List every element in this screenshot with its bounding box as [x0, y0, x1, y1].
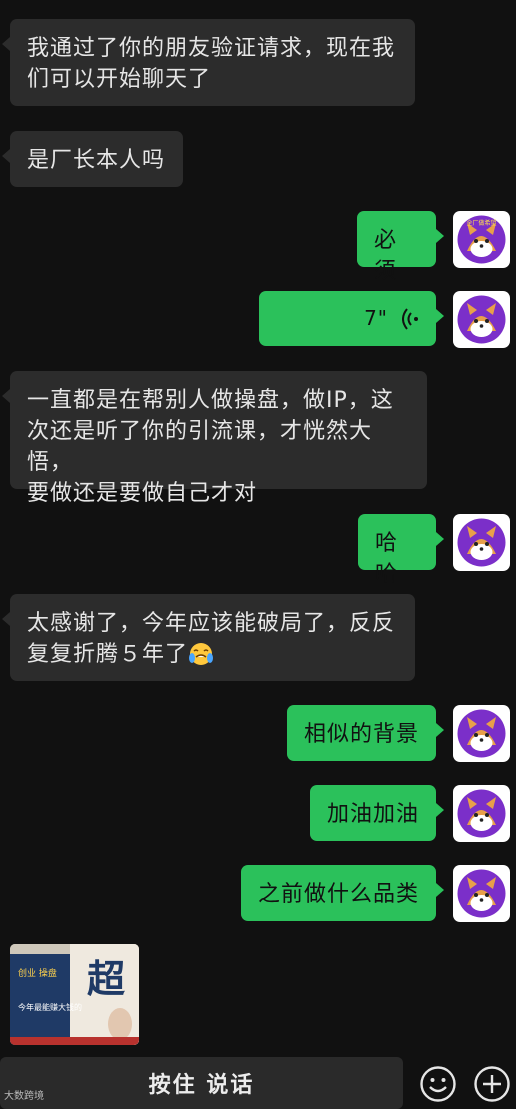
avatar[interactable] [453, 514, 510, 571]
plus-circle-icon [474, 1066, 510, 1102]
avatar-text: 全厂做希望 [466, 219, 496, 227]
message-text: 是厂长本人吗 [27, 148, 166, 173]
book-tag-text: 创业 操盘 [18, 967, 57, 979]
message-bubble-incoming[interactable]: 太感谢了，今年应该能破局了，反反 复复折腾５年了 [2, 594, 415, 681]
shiba-dog-avatar-icon [457, 709, 506, 758]
watermark: 大数跨境 [4, 1087, 44, 1102]
shiba-dog-avatar-icon [457, 869, 506, 918]
message-text: 加油加油 [327, 802, 420, 827]
smiley-face-icon [420, 1066, 456, 1102]
message-text: 哈哈 [375, 531, 399, 587]
book-subtitle-text: 今年最能赚大钱的 [18, 1002, 82, 1012]
hold-to-talk-label: 按住 说话 [148, 1073, 255, 1098]
shiba-dog-avatar-icon [457, 518, 506, 567]
message-bubble-outgoing[interactable]: 之前做什么品类 [241, 865, 444, 921]
avatar[interactable] [453, 785, 510, 842]
message-text: 之前做什么品类 [258, 882, 420, 907]
add-more-button[interactable] [473, 1065, 511, 1103]
message-text-segment: 复复折腾５年了 [27, 642, 189, 667]
message-text-line: 一直都是在帮别人做操盘，做IP，这 [27, 388, 394, 413]
message-text-line: 复复折腾５年了 [27, 639, 398, 670]
voice-duration: 7" [364, 306, 388, 330]
message-text-line: 要做还是要做自己才对 [27, 481, 258, 506]
voice-wave-icon [402, 307, 418, 330]
message-bubble-outgoing[interactable]: 哈哈 [358, 514, 444, 587]
voice-message-bubble[interactable]: 7" [259, 291, 444, 346]
image-message-thumbnail[interactable]: 超 创业 操盘 今年最能赚大钱的 [10, 944, 139, 1045]
message-bubble-outgoing[interactable]: 必须 [357, 211, 444, 284]
watermark-text: 大数跨境 [4, 1091, 44, 1102]
book-photo-image: 超 创业 操盘 今年最能赚大钱的 [10, 944, 139, 1045]
message-text-line: 我通过了你的朋友验证请求，现在我 [27, 36, 396, 61]
message-bubble-outgoing[interactable]: 加油加油 [310, 785, 444, 841]
book-title-text: 超 [87, 957, 126, 1001]
message-bubble-outgoing[interactable]: 相似的背景 [287, 705, 444, 761]
message-text-line: 次还是听了你的引流课，才恍然大悟， [27, 419, 373, 475]
avatar[interactable] [453, 865, 510, 922]
message-bubble-incoming[interactable]: 我通过了你的朋友验证请求，现在我 们可以开始聊天了 [2, 19, 415, 106]
shiba-dog-avatar-icon [457, 295, 506, 344]
message-bubble-incoming[interactable]: 是厂长本人吗 [2, 131, 183, 187]
hold-to-talk-button[interactable]: 按住 说话 [0, 1057, 403, 1109]
message-text: 相似的背景 [304, 722, 420, 747]
message-bubble-incoming[interactable]: 一直都是在帮别人做操盘，做IP，这 次还是听了你的引流课，才恍然大悟， 要做还是… [2, 371, 427, 506]
crying-laughing-emoji-icon [189, 643, 214, 665]
message-text-line: 们可以开始聊天了 [27, 67, 212, 92]
message-text-line: 太感谢了，今年应该能破局了，反反 [27, 611, 396, 636]
emoji-button[interactable] [419, 1065, 457, 1103]
message-text: 必须 [374, 228, 398, 284]
avatar[interactable] [453, 291, 510, 348]
shiba-dog-avatar-icon: 全厂做希望 [457, 215, 506, 264]
avatar[interactable]: 全厂做希望 [453, 211, 510, 268]
shiba-dog-avatar-icon [457, 789, 506, 838]
avatar[interactable] [453, 705, 510, 762]
